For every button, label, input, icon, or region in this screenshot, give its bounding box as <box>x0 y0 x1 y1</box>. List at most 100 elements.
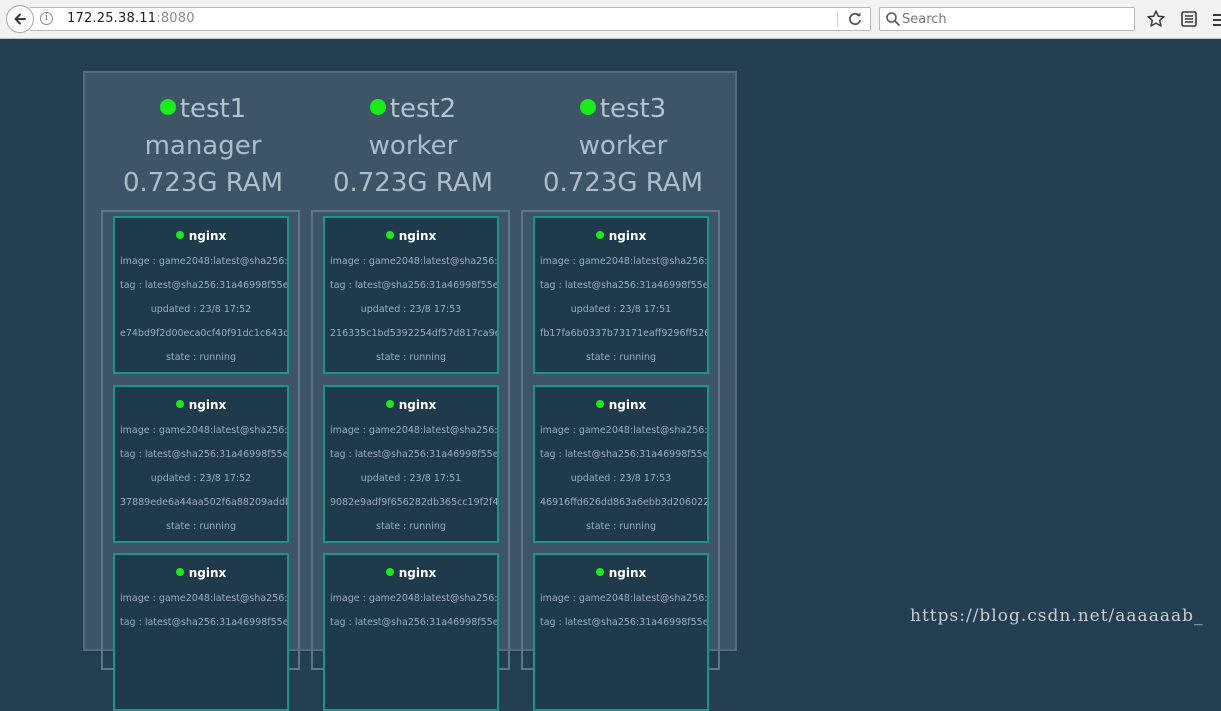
container-state: state : running <box>166 352 236 363</box>
container-id: 216335c1bd5392254df57d817ca9e <box>330 328 499 339</box>
container-status-dot <box>175 231 184 239</box>
container-image: image : game2048:latest@sha256:31a46998f… <box>540 425 708 436</box>
container-name-label: nginx <box>608 398 647 412</box>
node-role: worker <box>368 131 458 161</box>
container-status-dot <box>175 568 184 576</box>
container-tag: tag : latest@sha256:31a46998f55e <box>330 449 499 460</box>
node-status-dot <box>369 99 386 115</box>
container-id: 9082e9adf9f656282db365cc19f2f42 <box>330 497 499 508</box>
watermark-text: https://blog.csdn.net/aaaaaab_ <box>910 606 1204 626</box>
container-id: fb17fa6b0337b73171eaff9296ff526 <box>540 328 709 339</box>
container-id: 37889ede6a44aa502f6a88209addb <box>120 497 289 508</box>
menu-icon[interactable] <box>1212 12 1221 28</box>
container-name-label: nginx <box>398 398 437 412</box>
container-status-dot <box>385 231 394 239</box>
container-name: nginx <box>535 397 707 413</box>
node-status-dot <box>159 99 176 115</box>
container-card[interactable]: nginx image : game2048:latest@sha256:31a… <box>533 216 709 374</box>
container-name: nginx <box>115 228 287 244</box>
container-card[interactable]: nginx image : game2048:latest@sha256:31a… <box>323 216 499 374</box>
node-test2: test2 worker 0.723G RAM nginx image : ga… <box>308 73 518 711</box>
container-updated: updated : 23/8 17:52 <box>150 304 252 315</box>
container-tag: tag : latest@sha256:31a46998f55e <box>540 280 709 291</box>
info-icon[interactable]: i <box>40 12 53 25</box>
node-name: test3 <box>599 94 667 124</box>
node-container-list: nginx image : game2048:latest@sha256:31a… <box>521 210 720 711</box>
container-name-label: nginx <box>188 566 227 580</box>
node-container-list: nginx image : game2048:latest@sha256:31a… <box>311 210 510 711</box>
url-divider <box>837 11 838 27</box>
search-icon <box>886 12 900 26</box>
node-role: manager <box>144 131 262 161</box>
swarm-visualizer-panel: test1 manager 0.723G RAM nginx image : g… <box>83 71 737 711</box>
container-name: nginx <box>325 565 497 581</box>
node-ram: 0.723G RAM <box>122 168 284 198</box>
container-card[interactable]: nginx image : game2048:latest@sha256:31a… <box>113 553 289 711</box>
search-bar[interactable] <box>879 7 1135 31</box>
url-text[interactable]: 172.25.38.11:8080 <box>67 11 195 26</box>
container-updated: updated : 23/8 17:51 <box>360 473 462 484</box>
node-container-list: nginx image : game2048:latest@sha256:31a… <box>101 210 300 711</box>
node-header: test1 manager 0.723G RAM <box>98 91 308 202</box>
container-updated: updated : 23/8 17:53 <box>360 304 462 315</box>
container-state: state : running <box>586 521 656 532</box>
container-card[interactable]: nginx image : game2048:latest@sha256:31a… <box>533 385 709 543</box>
container-tag: tag : latest@sha256:31a46998f55e <box>330 617 499 628</box>
container-name-label: nginx <box>608 229 647 243</box>
container-image: image : game2048:latest@sha256:31a46998f… <box>330 425 498 436</box>
container-image: image : game2048:latest@sha256:31a46998f… <box>120 425 288 436</box>
container-name: nginx <box>325 228 497 244</box>
node-ram: 0.723G RAM <box>542 168 704 198</box>
container-id: e74bd9f2d00eca0cf40f91dc1c643c1 <box>120 328 289 339</box>
container-tag: tag : latest@sha256:31a46998f55e <box>120 617 289 628</box>
container-card[interactable]: nginx image : game2048:latest@sha256:31a… <box>533 553 709 711</box>
container-name: nginx <box>325 397 497 413</box>
container-updated: updated : 23/8 17:52 <box>150 473 252 484</box>
container-name: nginx <box>115 565 287 581</box>
container-status-dot <box>175 400 184 408</box>
container-updated: updated : 23/8 17:53 <box>570 473 672 484</box>
container-status-dot <box>385 568 394 576</box>
container-tag: tag : latest@sha256:31a46998f55e <box>540 449 709 460</box>
back-button[interactable] <box>6 5 34 33</box>
container-name-label: nginx <box>398 229 437 243</box>
container-name: nginx <box>535 228 707 244</box>
arrow-left-icon <box>14 13 26 25</box>
container-status-dot <box>595 400 604 408</box>
container-name-label: nginx <box>608 566 647 580</box>
node-header: test2 worker 0.723G RAM <box>308 91 518 202</box>
container-status-dot <box>385 400 394 408</box>
container-tag: tag : latest@sha256:31a46998f55e <box>120 449 289 460</box>
url-host: 172.25.38.11 <box>67 11 157 26</box>
container-tag: tag : latest@sha256:31a46998f55e <box>120 280 289 291</box>
container-image: image : game2048:latest@sha256:31a46998f… <box>330 256 498 267</box>
container-card[interactable]: nginx image : game2048:latest@sha256:31a… <box>323 553 499 711</box>
node-name: test1 <box>179 94 247 124</box>
container-name-label: nginx <box>398 566 437 580</box>
container-tag: tag : latest@sha256:31a46998f55e <box>330 280 499 291</box>
container-image: image : game2048:latest@sha256:31a46998f… <box>540 256 708 267</box>
container-state: state : running <box>376 521 446 532</box>
browser-toolbar: i 172.25.38.11:8080 <box>0 0 1221 39</box>
node-header: test3 worker 0.723G RAM <box>518 91 728 202</box>
container-name-label: nginx <box>188 398 227 412</box>
container-card[interactable]: nginx image : game2048:latest@sha256:31a… <box>113 385 289 543</box>
container-name: nginx <box>115 397 287 413</box>
container-image: image : game2048:latest@sha256:31a46998f… <box>120 256 288 267</box>
url-port: :8080 <box>156 11 195 26</box>
container-card[interactable]: nginx image : game2048:latest@sha256:31a… <box>323 385 499 543</box>
node-ram: 0.723G RAM <box>332 168 494 198</box>
container-image: image : game2048:latest@sha256:31a46998f… <box>120 593 288 604</box>
node-name: test2 <box>389 94 457 124</box>
container-state: state : running <box>586 352 656 363</box>
reload-icon[interactable] <box>846 10 864 28</box>
search-input[interactable] <box>902 10 1122 28</box>
url-bar[interactable]: i 172.25.38.11:8080 <box>30 7 871 31</box>
node-test3: test3 worker 0.723G RAM nginx image : ga… <box>518 73 728 711</box>
node-status-dot <box>579 99 596 115</box>
reading-list-icon[interactable] <box>1180 10 1198 28</box>
container-card[interactable]: nginx image : game2048:latest@sha256:31a… <box>113 216 289 374</box>
container-name: nginx <box>535 565 707 581</box>
bookmark-star-icon[interactable] <box>1146 9 1166 29</box>
container-image: image : game2048:latest@sha256:31a46998f… <box>330 593 498 604</box>
